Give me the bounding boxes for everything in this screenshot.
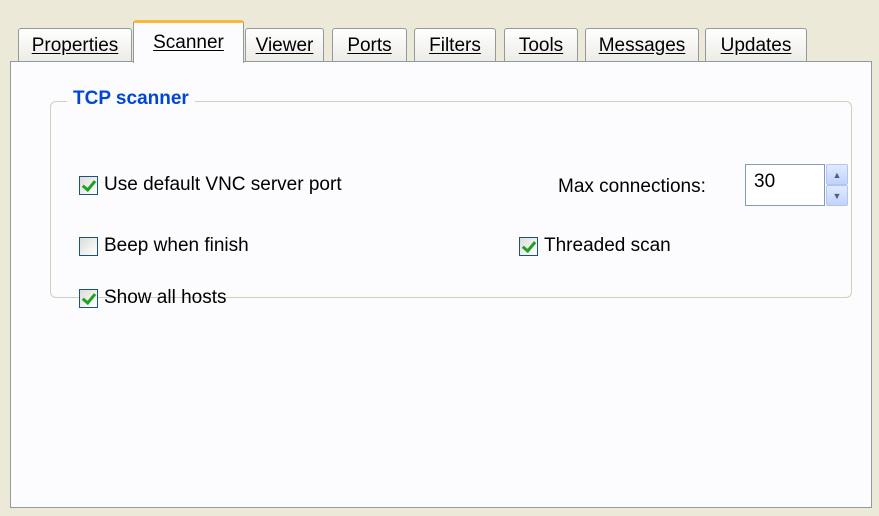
tab-label: Viewer	[255, 34, 314, 56]
tcp-scanner-group: TCP scanner Use default VNC server port …	[50, 88, 852, 308]
scanner-tab-pane: TCP scanner Use default VNC server port …	[10, 61, 872, 508]
checkbox-label: Threaded scan	[544, 235, 671, 256]
tab-messages[interactable]: Messages	[585, 28, 699, 62]
max-connections-label: Max connections:	[558, 176, 706, 197]
chevron-down-icon[interactable]: ▼	[826, 185, 848, 206]
tab-label: Updates	[720, 34, 792, 56]
tab-label: Scanner	[153, 32, 224, 53]
checkbox-label: Use default VNC server port	[104, 174, 342, 195]
tab-scanner[interactable]: Scanner	[133, 20, 244, 63]
tab-label: Ports	[347, 34, 392, 56]
max-connections-input[interactable]: 30	[745, 164, 825, 206]
tab-label: Filters	[429, 34, 481, 56]
tab-viewer[interactable]: Viewer	[245, 28, 324, 62]
tab-filters[interactable]: Filters	[414, 28, 496, 62]
tab-properties[interactable]: Properties	[18, 28, 132, 62]
tab-tools[interactable]: Tools	[504, 28, 578, 62]
use-default-port-checkbox[interactable]: Use default VNC server port	[79, 174, 342, 196]
checkbox-label: Show all hosts	[104, 287, 227, 308]
checkbox-box	[79, 236, 98, 256]
tab-label: Properties	[31, 34, 119, 56]
tab-updates[interactable]: Updates	[705, 28, 807, 62]
chevron-up-icon[interactable]: ▲	[826, 164, 848, 185]
tab-ports[interactable]: Ports	[332, 28, 407, 62]
tab-label: Messages	[598, 34, 686, 56]
checkbox-box	[79, 288, 98, 308]
max-connections-spinner: ▲ ▼	[826, 164, 848, 206]
beep-when-finish-checkbox[interactable]: Beep when finish	[79, 235, 249, 257]
group-title: TCP scanner	[67, 88, 195, 110]
checkbox-box	[519, 236, 538, 256]
tab-label: Tools	[518, 34, 564, 56]
show-all-hosts-checkbox[interactable]: Show all hosts	[79, 287, 227, 309]
threaded-scan-checkbox[interactable]: Threaded scan	[519, 235, 671, 257]
checkbox-label: Beep when finish	[104, 235, 249, 256]
checkbox-box	[79, 175, 98, 195]
